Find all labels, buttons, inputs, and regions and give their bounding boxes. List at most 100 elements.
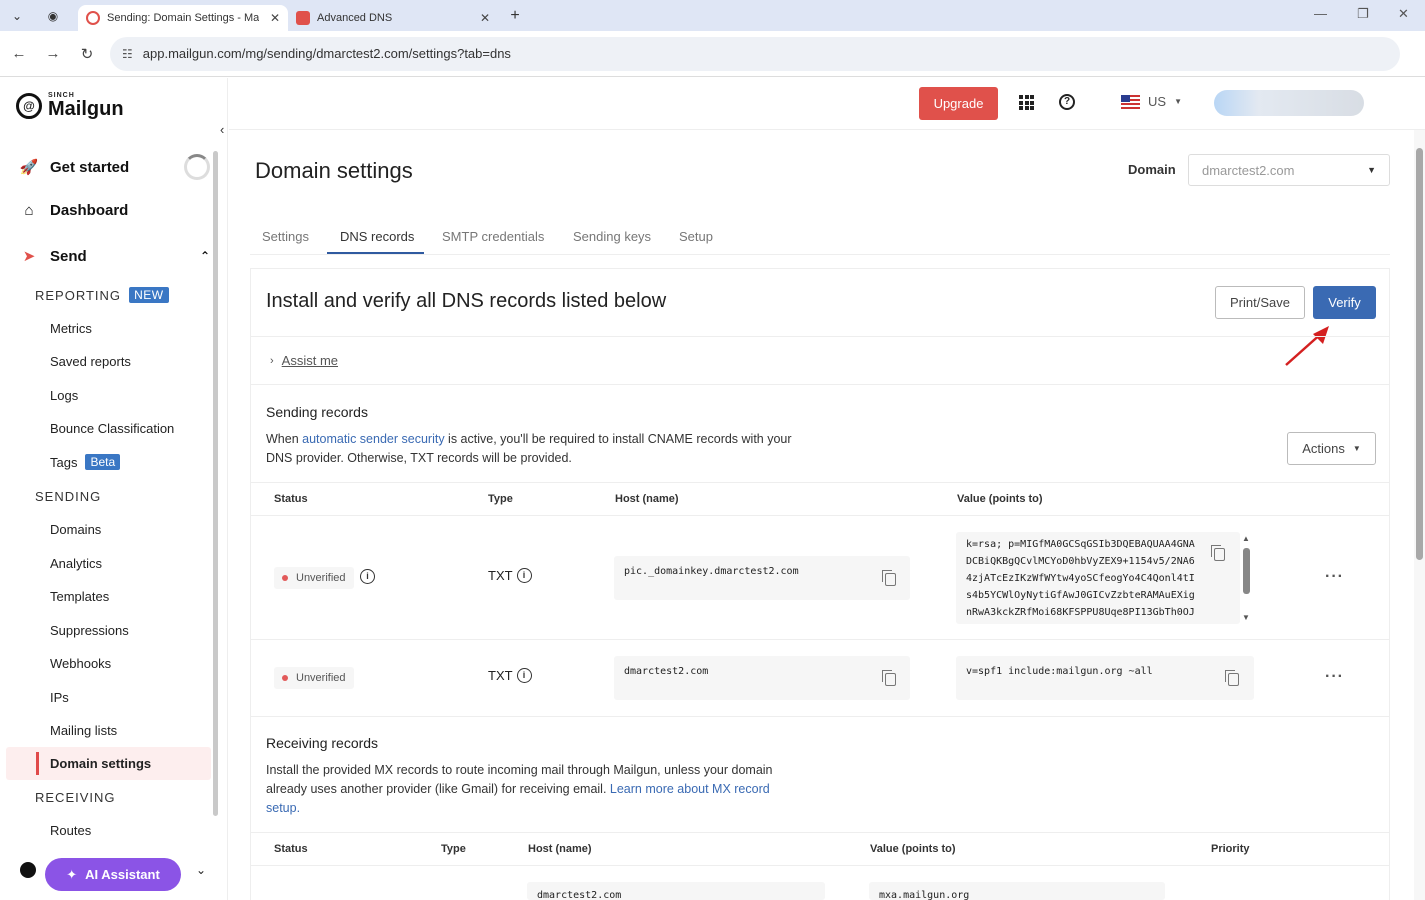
rocket-icon: 🚀 [19,159,39,176]
new-tab-button[interactable]: + [504,5,526,27]
host-value-box: pic._domainkey.dmarctest2.com [614,556,910,600]
copy-icon[interactable] [1211,545,1225,561]
site-info-icon[interactable]: ☷ [122,47,133,61]
info-icon[interactable]: i [360,569,375,584]
close-tab-icon[interactable]: ✕ [270,11,280,25]
host-value-box: dmarctest2.com [614,656,910,700]
chevron-down-icon[interactable]: ⌄ [196,863,206,877]
sending-records-title: Sending records [266,404,368,420]
sidebar-item-tags[interactable]: Tags Beta [50,454,121,470]
sending-table-header [251,482,1389,516]
sidebar-scrollbar[interactable] [213,151,218,816]
logo-mailgun-text: Mailgun [48,98,124,120]
maximize-icon[interactable]: ❐ [1357,6,1369,22]
region-selector[interactable]: US ▼ [1121,94,1182,109]
dns-favicon-icon [296,11,310,25]
help-icon[interactable]: ? [1059,94,1075,110]
sidebar-item-domain-settings[interactable]: Domain settings [50,756,151,771]
domain-label: Domain [1128,162,1176,177]
ai-assistant-button[interactable]: ✦ AI Assistant [45,858,181,891]
upgrade-button[interactable]: Upgrade [919,87,998,120]
sidebar-item-mailing-lists[interactable]: Mailing lists [50,723,117,738]
record-type: TXT i [488,568,532,583]
close-tab-icon[interactable]: ✕ [480,11,490,25]
sidebar-item-get-started[interactable]: 🚀 Get started [18,158,130,177]
sidebar-item-analytics[interactable]: Analytics [50,556,102,571]
sidebar-item-suppressions[interactable]: Suppressions [50,623,129,638]
domain-select[interactable]: dmarctest2.com ▼ [1188,154,1390,186]
sidebar-item-metrics[interactable]: Metrics [50,321,92,336]
browser-tab-domain-settings[interactable]: Sending: Domain Settings - Ma ✕ [78,5,288,31]
automatic-sender-security-link[interactable]: automatic sender security [302,432,444,446]
scroll-up-icon[interactable]: ▲ [1242,534,1250,543]
verify-button[interactable]: Verify [1313,286,1376,319]
close-window-icon[interactable]: ✕ [1398,6,1409,22]
url-text: app.mailgun.com/mg/sending/dmarctest2.co… [142,46,511,61]
caret-down-icon: ▼ [1352,444,1361,453]
tab-dns-records[interactable]: DNS records [340,229,414,244]
card-heading: Install and verify all DNS records liste… [266,290,667,312]
tab-smtp-credentials[interactable]: SMTP credentials [442,229,544,244]
assist-me-link[interactable]: Assist me [282,353,338,368]
tab-title: Advanced DNS [317,12,393,24]
minimize-icon[interactable]: — [1314,6,1327,21]
scroll-down-icon[interactable]: ▼ [1242,613,1250,622]
actions-dropdown-button[interactable]: Actions ▼ [1287,432,1376,465]
url-input[interactable]: ☷ app.mailgun.com/mg/sending/dmarctest2.… [110,36,1400,71]
more-options-icon[interactable]: ··· [1325,668,1344,686]
apps-grid-icon[interactable] [1019,95,1034,110]
column-header: Status [274,493,308,505]
sidebar-item-templates[interactable]: Templates [50,589,109,604]
value-box: k=rsa; p=MIGfMA0GCSqGSIb3DQEBAQUAA4GNA D… [956,532,1240,624]
info-icon[interactable]: i [516,668,532,683]
globe-icon[interactable] [20,862,36,878]
new-badge: NEW [129,287,169,303]
tab-setup[interactable]: Setup [679,229,713,244]
column-header: Status [274,843,308,855]
chevron-up-icon[interactable]: ⌃ [200,249,210,263]
user-account-menu[interactable] [1214,90,1364,116]
sidebar-item-webhooks[interactable]: Webhooks [50,656,111,671]
sidebar-item-dashboard[interactable]: ⌂ Dashboard [18,202,128,219]
sidebar-item-send[interactable]: ➤ Send ⌃ [18,247,210,266]
record-icon[interactable]: ◉ [42,5,64,27]
assist-me-toggle[interactable]: › Assist me [270,353,338,368]
sidebar-item-routes[interactable]: Routes [50,823,91,838]
sparkle-icon: ✦ [66,866,78,882]
column-header: Priority [1211,843,1250,855]
browser-tab-advanced-dns[interactable]: Advanced DNS ✕ [288,5,498,31]
collapse-sidebar-icon[interactable]: ‹ [220,122,224,137]
sidebar-item-saved-reports[interactable]: Saved reports [50,354,131,369]
mailgun-logo[interactable]: @ SINCH Mailgun [16,92,124,119]
tab-list-chevron-icon[interactable]: ⌄ [6,5,28,27]
info-icon[interactable]: i [516,568,532,583]
mx-record-setup-link[interactable]: Learn more about MX record [610,782,770,796]
receiving-records-title: Receiving records [266,735,379,751]
chevron-right-icon: › [270,354,274,367]
forward-icon[interactable]: → [36,45,70,62]
sidebar-item-logs[interactable]: Logs [50,388,78,403]
beta-badge: Beta [85,454,121,470]
copy-icon[interactable] [1225,670,1239,686]
tab-settings[interactable]: Settings [262,229,309,244]
sending-records-description: When automatic sender security is active… [266,432,792,465]
copy-icon[interactable] [882,670,896,686]
sidebar-item-domains[interactable]: Domains [50,522,101,537]
mx-record-setup-link-cont[interactable]: setup. [266,801,300,815]
tab-sending-keys[interactable]: Sending keys [573,229,651,244]
print-save-button[interactable]: Print/Save [1215,286,1305,319]
status-badge: Unverified [274,667,354,689]
status-badge: Unverified [274,567,354,589]
copy-icon[interactable] [882,570,896,586]
column-header: Host (name) [615,493,679,505]
back-icon[interactable]: ← [2,45,36,62]
section-reporting: REPORTING NEW [35,287,169,303]
more-options-icon[interactable]: ··· [1325,568,1344,586]
page-title: Domain settings [255,158,413,183]
sidebar-item-ips[interactable]: IPs [50,690,69,705]
caret-down-icon: ▼ [1367,165,1376,175]
value-scrollbar[interactable] [1243,548,1250,594]
sidebar-item-bounce-classification[interactable]: Bounce Classification [50,421,174,436]
page-scrollbar[interactable] [1416,148,1423,560]
reload-icon[interactable]: ↻ [70,45,104,63]
